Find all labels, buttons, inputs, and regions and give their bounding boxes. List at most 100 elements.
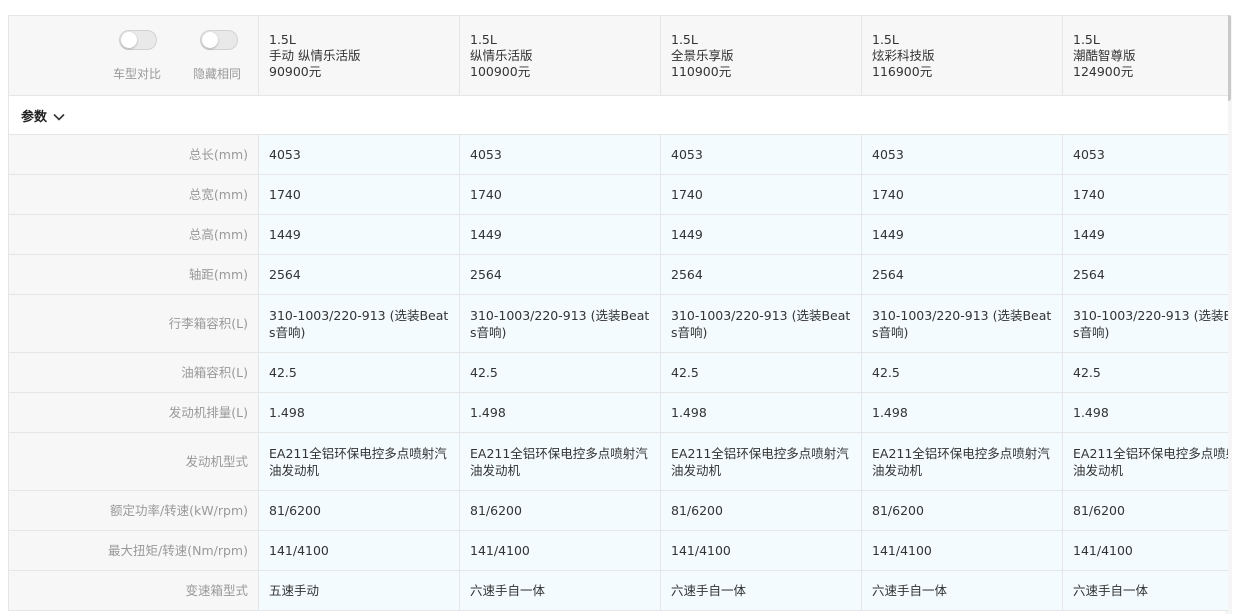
spec-label: 变速箱型式 xyxy=(8,570,259,611)
model-name: 全景乐享版 xyxy=(671,47,734,63)
header-row: 车型对比 隐藏相同 1.5L 手动 纵情乐活版 90900元 1.5L 纵情乐活版 100… xyxy=(8,15,1228,96)
spec-value: 六速手自一体 xyxy=(861,570,1063,611)
spec-value: 141/4100 xyxy=(258,530,460,571)
spec-value: 81/6200 xyxy=(861,490,1063,531)
spec-table: 车型对比 隐藏相同 1.5L 手动 纵情乐活版 90900元 1.5L 纵情乐活版 100… xyxy=(8,15,1228,611)
spec-value: 4053 xyxy=(258,134,460,175)
toggle-knob xyxy=(121,32,137,48)
spec-value: 310-1003/220-913 (选装Beats音响) xyxy=(660,294,862,353)
spec-row: 额定功率/转速(kW/rpm) 81/6200 81/6200 81/6200 81/6… xyxy=(8,490,1228,531)
spec-row: 变速箱型式 五速手动 六速手自一体 六速手自一体 六速手自一体 六速手自一体 xyxy=(8,570,1228,611)
spec-value: 1740 xyxy=(660,174,862,215)
spec-value: 4053 xyxy=(1062,134,1228,175)
spec-row: 总长(mm) 4053 4053 4053 4053 4053 xyxy=(8,134,1228,175)
spec-comparison-panel: 车型对比 隐藏相同 1.5L 手动 纵情乐活版 90900元 1.5L 纵情乐活版 100… xyxy=(8,15,1228,615)
spec-value: 2564 xyxy=(1062,254,1228,295)
section-header-params[interactable]: 参数 xyxy=(8,95,1228,135)
spec-row: 行李箱容积(L) 310-1003/220-913 (选装Beats音响) 310-… xyxy=(8,294,1228,353)
compare-toggle[interactable] xyxy=(119,30,157,50)
spec-value: 42.5 xyxy=(660,352,862,393)
spec-value: 81/6200 xyxy=(459,490,661,531)
model-name: 炫彩科技版 xyxy=(872,47,935,63)
spec-row: 总高(mm) 1449 1449 1449 1449 1449 xyxy=(8,214,1228,255)
model-engine: 1.5L xyxy=(1073,31,1100,47)
spec-value: 五速手动 xyxy=(258,570,460,611)
spec-value: 310-1003/220-913 (选装Beats音响) xyxy=(459,294,661,353)
spec-value: 310-1003/220-913 (选装Beats音响) xyxy=(258,294,460,353)
spec-value: 1.498 xyxy=(861,392,1063,433)
model-name: 潮酷智尊版 xyxy=(1073,47,1136,63)
spec-value: 81/6200 xyxy=(258,490,460,531)
spec-value: 81/6200 xyxy=(1062,490,1228,531)
spec-value: 2564 xyxy=(459,254,661,295)
model-price: 116900元 xyxy=(872,63,933,79)
spec-value: 六速手自一体 xyxy=(459,570,661,611)
spec-row: 发动机排量(L) 1.498 1.498 1.498 1.498 1.498 xyxy=(8,392,1228,433)
model-engine: 1.5L xyxy=(470,31,497,47)
spec-value: 310-1003/220-913 (选装Beats音响) xyxy=(861,294,1063,353)
spec-label: 总宽(mm) xyxy=(8,174,259,215)
spec-label: 轴距(mm) xyxy=(8,254,259,295)
toggle-knob xyxy=(202,32,218,48)
model-header-cell: 1.5L 纵情乐活版 100900元 xyxy=(459,15,661,96)
spec-row: 发动机型式 EA211全铝环保电控多点喷射汽油发动机 EA211全铝环保电控多点喷射… xyxy=(8,432,1228,491)
spec-value: 1.498 xyxy=(1062,392,1228,433)
spec-value: 1449 xyxy=(258,214,460,255)
spec-value: 1449 xyxy=(459,214,661,255)
spec-value: 1.498 xyxy=(459,392,661,433)
section-row: 参数 xyxy=(8,95,1228,135)
spec-label: 行李箱容积(L) xyxy=(8,294,259,353)
spec-value: 4053 xyxy=(861,134,1063,175)
spec-value: 2564 xyxy=(660,254,862,295)
spec-label: 发动机排量(L) xyxy=(8,392,259,433)
spec-row: 总宽(mm) 1740 1740 1740 1740 1740 xyxy=(8,174,1228,215)
spec-value: 141/4100 xyxy=(861,530,1063,571)
model-engine: 1.5L xyxy=(671,31,698,47)
spec-label: 总高(mm) xyxy=(8,214,259,255)
spec-value: 1740 xyxy=(1062,174,1228,215)
spec-value: EA211全铝环保电控多点喷射汽油发动机 xyxy=(1062,432,1228,491)
model-engine: 1.5L xyxy=(269,31,296,47)
spec-value: 1449 xyxy=(861,214,1063,255)
spec-value: 141/4100 xyxy=(660,530,862,571)
spec-value: 1.498 xyxy=(258,392,460,433)
spec-value: 310-1003/220-913 (选装Beats音响) xyxy=(1062,294,1228,353)
compare-label: 车型对比 xyxy=(113,67,162,81)
spec-row: 轴距(mm) 2564 2564 2564 2564 2564 xyxy=(8,254,1228,295)
spec-label: 额定功率/转速(kW/rpm) xyxy=(8,490,259,531)
spec-value: 42.5 xyxy=(1062,352,1228,393)
model-header-cell: 1.5L 手动 纵情乐活版 90900元 xyxy=(258,15,460,96)
model-price: 100900元 xyxy=(470,63,531,79)
spec-value: 81/6200 xyxy=(660,490,862,531)
spec-value: 141/4100 xyxy=(459,530,661,571)
chevron-down-icon[interactable] xyxy=(53,113,65,121)
hide-same-toggle[interactable] xyxy=(200,30,238,50)
spec-value: 4053 xyxy=(459,134,661,175)
spec-row: 最大扭矩/转速(Nm/rpm) 141/4100 141/4100 141/4100 1… xyxy=(8,530,1228,571)
hide-same-label: 隐藏相同 xyxy=(193,67,242,81)
spec-value: EA211全铝环保电控多点喷射汽油发动机 xyxy=(459,432,661,491)
section-title: 参数 xyxy=(21,109,48,125)
spec-value: 六速手自一体 xyxy=(660,570,862,611)
spec-value: 1740 xyxy=(459,174,661,215)
spec-value: 42.5 xyxy=(258,352,460,393)
spec-label: 油箱容积(L) xyxy=(8,352,259,393)
spec-value: EA211全铝环保电控多点喷射汽油发动机 xyxy=(258,432,460,491)
controls-cell: 车型对比 隐藏相同 xyxy=(8,15,259,96)
spec-value: 4053 xyxy=(660,134,862,175)
model-header-cell: 1.5L 全景乐享版 110900元 xyxy=(660,15,862,96)
model-name: 手动 纵情乐活版 xyxy=(269,47,361,63)
spec-value: 六速手自一体 xyxy=(1062,570,1228,611)
spec-value: 1.498 xyxy=(660,392,862,433)
model-name: 纵情乐活版 xyxy=(470,47,533,63)
model-header-cell: 1.5L 炫彩科技版 116900元 xyxy=(861,15,1063,96)
model-price: 124900元 xyxy=(1073,63,1134,79)
spec-value: EA211全铝环保电控多点喷射汽油发动机 xyxy=(861,432,1063,491)
model-price: 110900元 xyxy=(671,63,732,79)
spec-label: 最大扭矩/转速(Nm/rpm) xyxy=(8,530,259,571)
model-header-cell: 1.5L 潮酷智尊版 124900元 xyxy=(1062,15,1228,96)
spec-value: 1740 xyxy=(258,174,460,215)
model-price: 90900元 xyxy=(269,63,322,79)
spec-label: 总长(mm) xyxy=(8,134,259,175)
spec-value: 42.5 xyxy=(861,352,1063,393)
